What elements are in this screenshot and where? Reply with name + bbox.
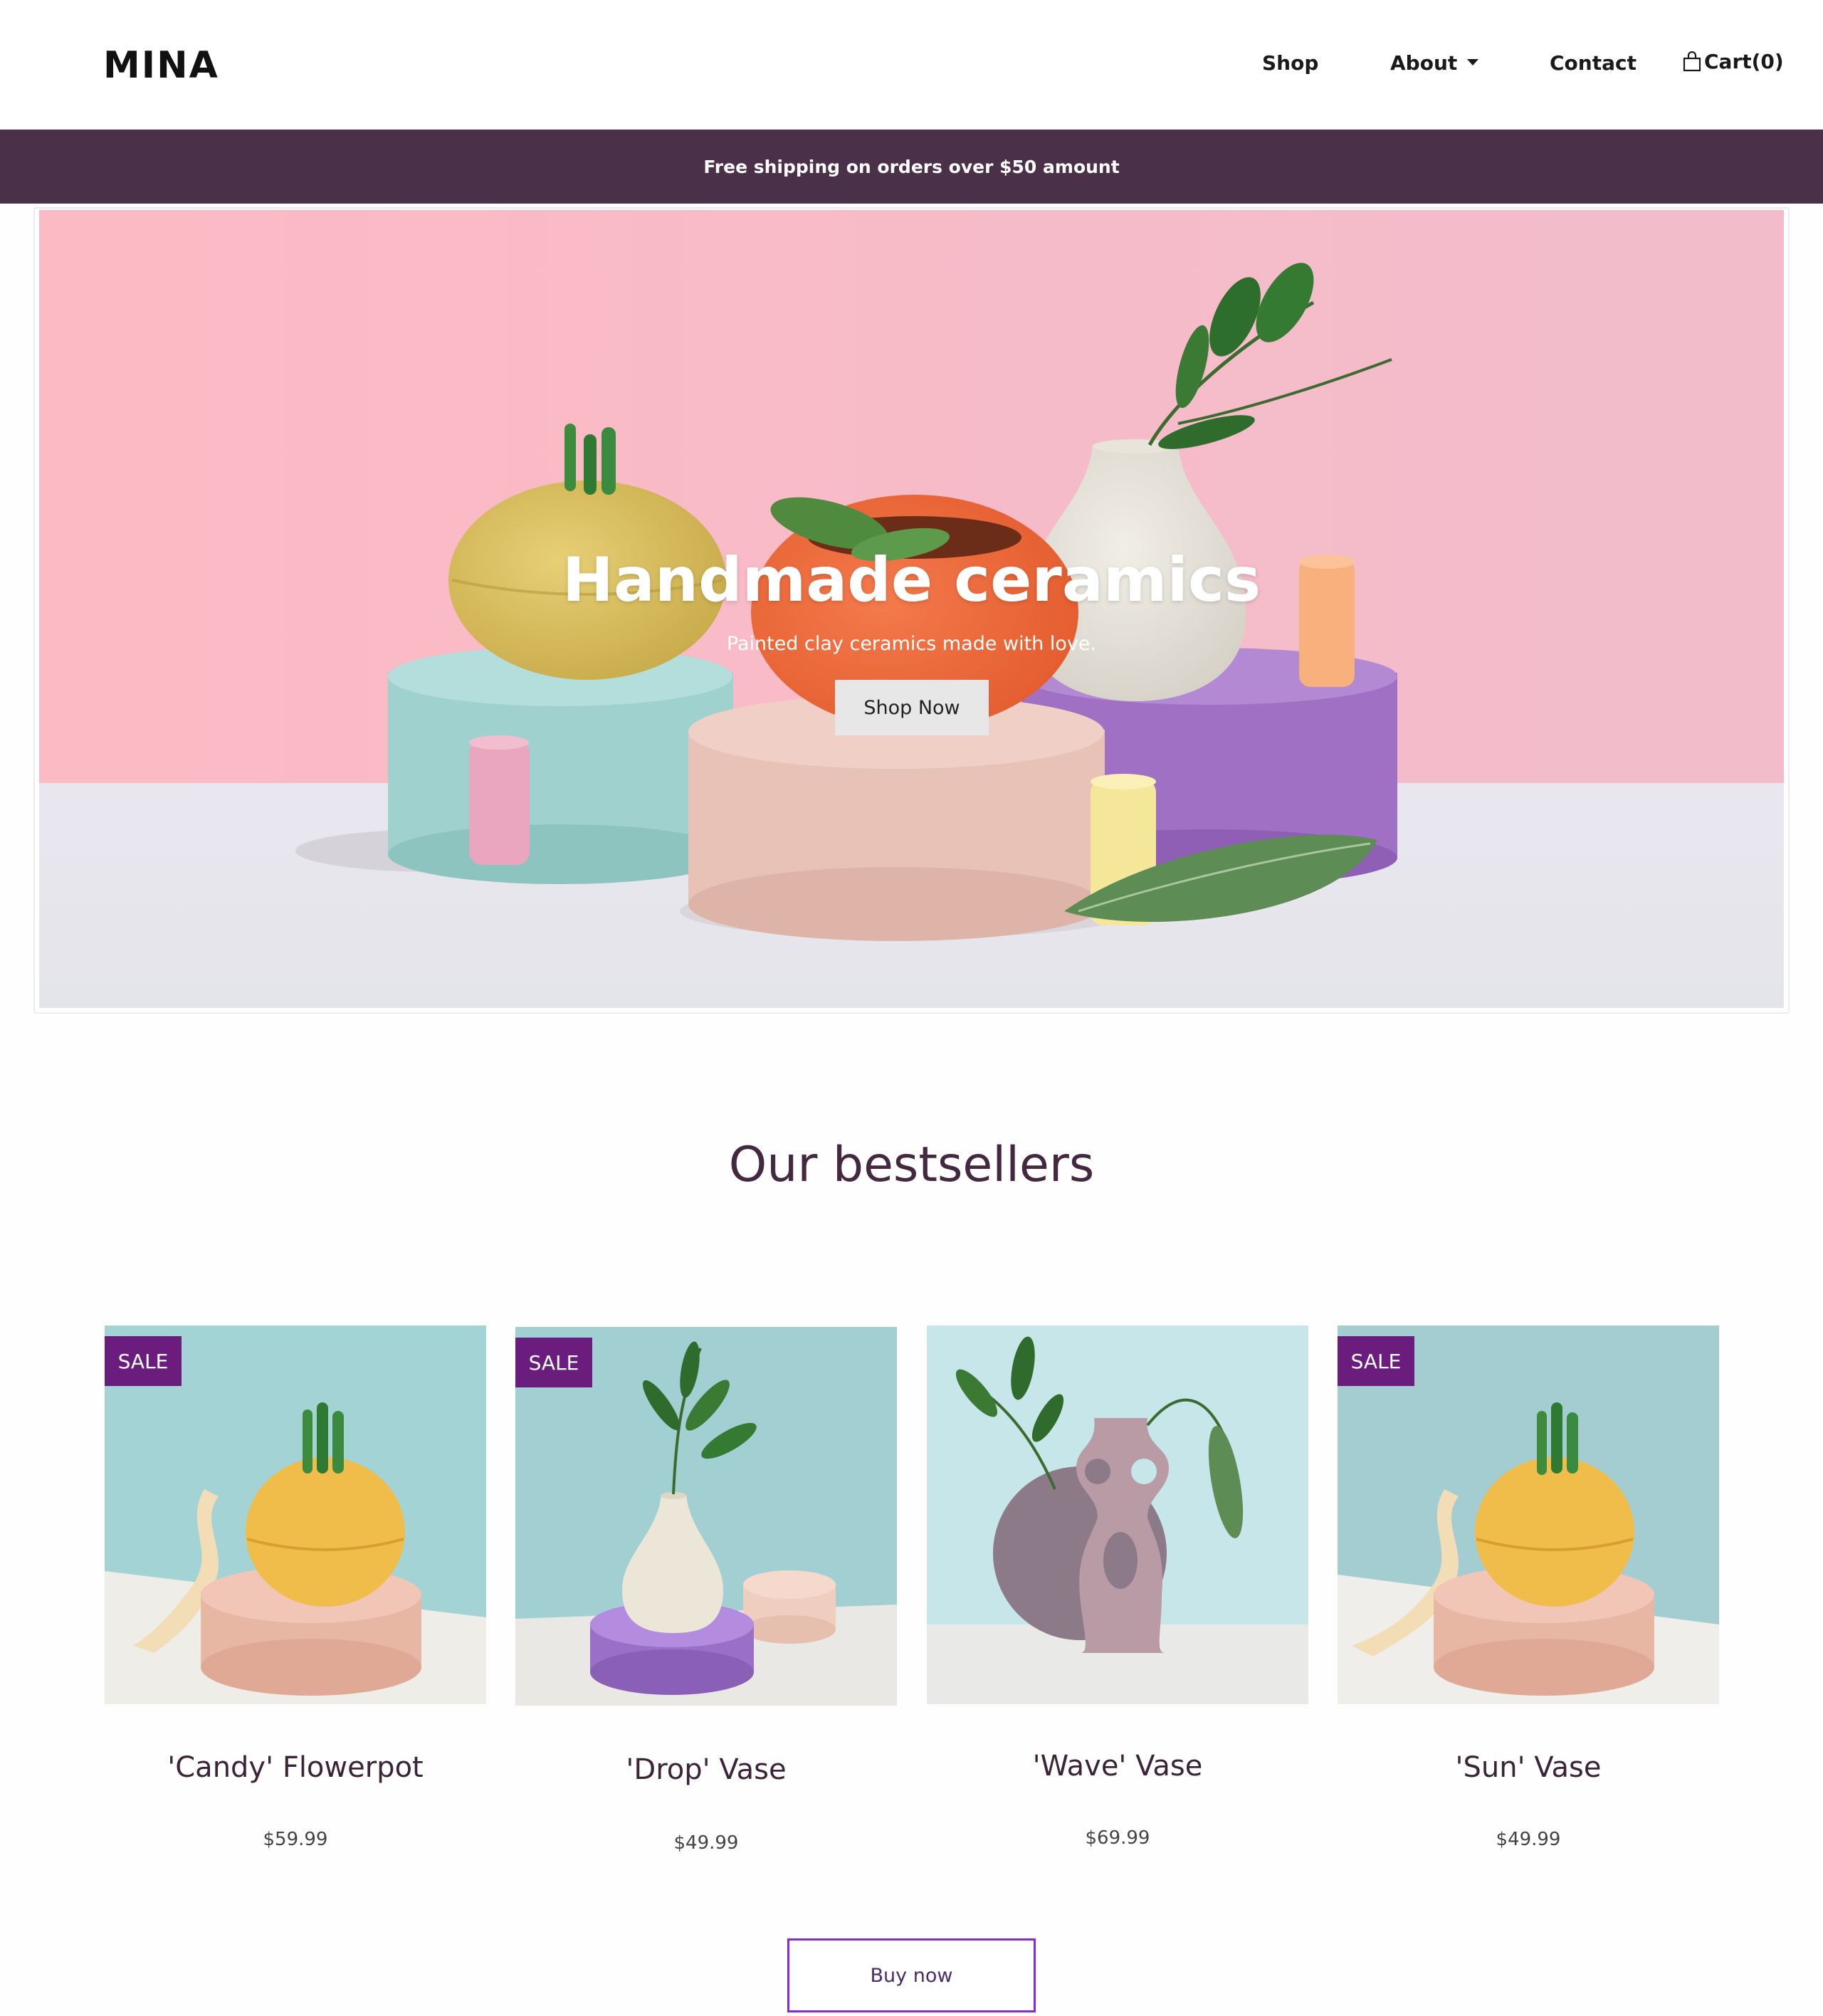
product-name[interactable]: 'Drop' Vase — [515, 1753, 897, 1786]
caret-down-icon — [1467, 58, 1479, 65]
product-price: $69.99 — [1085, 1827, 1150, 1849]
product-name[interactable]: 'Sun' Vase — [1338, 1751, 1719, 1784]
wave-vase-photo — [927, 1325, 1308, 1704]
nav-contact-link[interactable]: Contact — [1550, 51, 1637, 75]
top-navbar: MINA Shop About Contact Cart(0) — [0, 0, 1823, 130]
brand-logo[interactable]: MINA — [103, 44, 219, 87]
product-price: $59.99 — [263, 1829, 328, 1850]
shop-now-button[interactable]: Shop Now — [835, 680, 989, 735]
nav-cart-link[interactable]: Cart(0) — [1681, 50, 1784, 73]
nav-about-label: About — [1390, 51, 1458, 75]
promo-banner: Free shipping on orders over $50 amount — [0, 130, 1823, 204]
product-price: $49.99 — [673, 1832, 739, 1854]
nav-shop-link[interactable]: Shop — [1262, 51, 1318, 75]
buy-now-button[interactable]: Buy now — [787, 1938, 1036, 2012]
hero-title: Handmade ceramics — [562, 545, 1261, 616]
sale-badge: SALE — [105, 1336, 182, 1386]
bestsellers-title: Our bestsellers — [728, 1137, 1095, 1193]
nav-about-dropdown[interactable]: About — [1390, 51, 1479, 75]
product-name[interactable]: 'Candy' Flowerpot — [105, 1751, 486, 1784]
product-name[interactable]: 'Wave' Vase — [927, 1750, 1308, 1783]
hero-subtitle: Painted clay ceramics made with love. — [726, 633, 1097, 655]
product-image-wave-vase[interactable] — [927, 1325, 1308, 1704]
product-image-candy-flowerpot[interactable]: SALE — [105, 1325, 486, 1704]
shopping-bag-icon — [1683, 51, 1701, 71]
product-image-sun-vase[interactable]: SALE — [1338, 1325, 1719, 1704]
cart-label: Cart(0) — [1704, 50, 1784, 73]
product-image-drop-vase[interactable]: SALE — [515, 1327, 897, 1706]
product-price: $49.99 — [1496, 1829, 1561, 1850]
sale-badge: SALE — [515, 1338, 592, 1387]
hero-carousel: Handmade ceramics Painted clay ceramics … — [39, 210, 1784, 1008]
promo-banner-text: Free shipping on orders over $50 amount — [703, 156, 1120, 177]
sale-badge: SALE — [1338, 1336, 1414, 1386]
